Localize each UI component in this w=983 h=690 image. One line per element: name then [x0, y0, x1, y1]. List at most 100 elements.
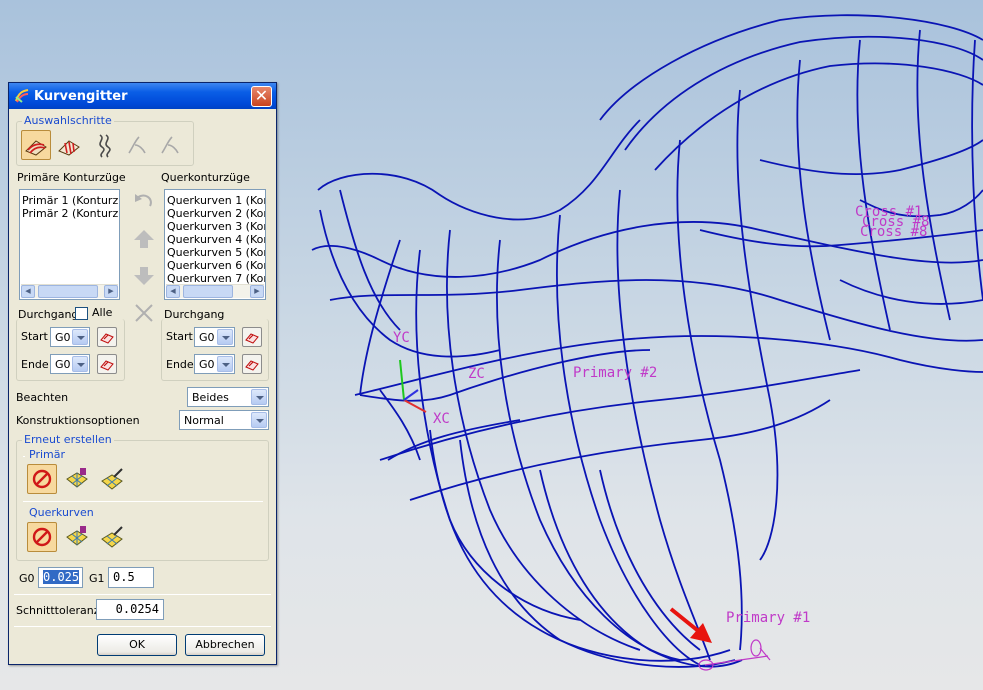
rebuild-quer-none-button[interactable] [27, 522, 57, 552]
axis-xc-label: XC [433, 411, 450, 427]
primaer-start-select[interactable]: G0 [50, 327, 90, 347]
list-item[interactable]: Primär 1 (Konturzug [22, 194, 119, 207]
g0-value: 0.025 [43, 570, 80, 584]
quer-start-select[interactable]: G0 [194, 327, 235, 347]
scroll-thumb[interactable] [38, 285, 98, 298]
constraint-icon [128, 136, 146, 154]
label-primary-2: Primary #2 [573, 365, 657, 381]
konstruktionsoptionen-value: Normal [184, 414, 224, 427]
tolerance-separator [14, 594, 271, 595]
dialog-titlebar[interactable]: Kurvengitter ✕ [9, 83, 276, 109]
axis-zc-label: ZC [468, 366, 485, 382]
primaer-start-value: G0 [55, 331, 71, 344]
g1-input[interactable]: 0.5 [108, 567, 154, 588]
list-item[interactable]: Primär 2 (Konturzug [22, 207, 119, 220]
cancel-button[interactable]: Abbrechen [185, 634, 265, 656]
g0-input[interactable]: 0.025 [38, 567, 83, 588]
quer-ende-select[interactable]: G0 [194, 354, 235, 374]
remove-button[interactable] [130, 299, 158, 327]
list-item[interactable]: Querkurven 3 (Kont [167, 220, 265, 233]
face-select-icon [100, 360, 114, 371]
erneut-primaer-label: Primär [27, 448, 67, 461]
cross-curves-icon [58, 140, 80, 156]
beachten-select[interactable]: Beides [187, 387, 269, 407]
step-constraint-alt-button[interactable] [155, 130, 185, 160]
rebuild-quer-degree-button[interactable] [62, 522, 92, 552]
schnitttoleranz-label: Schnitttoleranz [16, 604, 100, 617]
chevron-down-icon[interactable] [72, 356, 88, 372]
scroll-left-icon[interactable]: ◀ [166, 285, 180, 298]
chevron-down-icon[interactable] [251, 389, 267, 405]
schnitttoleranz-value: 0.0254 [115, 602, 159, 616]
quer-start-face-button[interactable] [242, 327, 262, 347]
grid-pen-icon [101, 468, 123, 490]
primary-curves-icon [25, 140, 47, 156]
quer-ende-face-button[interactable] [242, 354, 262, 374]
scroll-right-icon[interactable]: ▶ [104, 285, 118, 298]
g1-value: 0.5 [113, 570, 135, 584]
wireframe-mesh [311, 14, 983, 668]
primaer-ende-select[interactable]: G0 [50, 354, 90, 374]
remove-x-icon [135, 304, 153, 322]
scroll-left-icon[interactable]: ◀ [21, 285, 35, 298]
undo-arrow-icon [135, 194, 152, 207]
step-spine-button[interactable] [89, 130, 119, 160]
step-primary-curves-button[interactable] [21, 130, 51, 160]
quer-ende-label: Ende [166, 358, 194, 371]
list-item[interactable]: Querkurven 1 (Kont [167, 194, 265, 207]
primaer-start-label: Start [21, 330, 48, 343]
chevron-down-icon[interactable] [217, 329, 233, 345]
g0-label: G0 [19, 572, 35, 585]
ok-button[interactable]: OK [97, 634, 177, 656]
rebuild-quer-fit-button[interactable] [97, 522, 127, 552]
quer-list[interactable]: Querkurven 1 (Kont Querkurven 2 (Kont Qu… [164, 189, 266, 300]
spine-icon [99, 134, 111, 158]
scroll-thumb[interactable] [183, 285, 233, 298]
primaer-ende-label: Ende [21, 358, 49, 371]
chevron-down-icon[interactable] [217, 356, 233, 372]
close-button[interactable]: ✕ [251, 86, 272, 107]
axis-yc-label: YC [393, 330, 410, 346]
no-rebuild-icon [32, 527, 52, 547]
erneut-erstellen-label: Erneut erstellen [22, 433, 114, 446]
step-cross-curves-button[interactable] [54, 130, 84, 160]
grid-hand-icon [66, 526, 88, 546]
erneut-divider [23, 501, 263, 502]
beachten-label: Beachten [16, 391, 69, 404]
move-up-button[interactable] [130, 225, 158, 253]
list-item[interactable]: Querkurven 5 (Kont [167, 246, 265, 259]
rebuild-primaer-fit-button[interactable] [97, 464, 127, 494]
step-constraint-button[interactable] [122, 130, 152, 160]
curve-mesh-app-icon [15, 89, 29, 103]
rebuild-primaer-none-button[interactable] [27, 464, 57, 494]
arrow-down-icon [134, 267, 154, 285]
scroll-right-icon[interactable]: ▶ [250, 285, 264, 298]
list-item[interactable]: Querkurven 6 (Kont [167, 259, 265, 272]
erneut-querkurven-label: Querkurven [27, 506, 96, 519]
quer-start-value: G0 [199, 331, 215, 344]
no-rebuild-icon [32, 469, 52, 489]
list-item[interactable]: Querkurven 2 (Kont [167, 207, 265, 220]
face-select-icon [245, 333, 259, 344]
konstruktionsoptionen-select[interactable]: Normal [179, 410, 269, 430]
beachten-value: Beides [192, 391, 229, 404]
list-item[interactable]: Querkurven 4 (Kont [167, 233, 265, 246]
primaer-list[interactable]: Primär 1 (Konturzug Primär 2 (Konturzug … [19, 189, 120, 300]
alle-label: Alle [92, 306, 113, 319]
primaer-ende-face-button[interactable] [97, 354, 117, 374]
kurvengitter-dialog: Kurvengitter ✕ Auswahlschritte Primäre K… [8, 82, 277, 665]
chevron-down-icon[interactable] [72, 329, 88, 345]
move-down-button[interactable] [130, 262, 158, 290]
erneut-primaer-separator [23, 456, 25, 457]
schnitttoleranz-input[interactable]: 0.0254 [96, 599, 164, 620]
primaer-start-face-button[interactable] [97, 327, 117, 347]
undo-selection-button[interactable] [130, 188, 158, 216]
chevron-down-icon[interactable] [251, 412, 267, 428]
face-select-icon [245, 360, 259, 371]
primaer-list-scrollbar[interactable]: ◀ ▶ [21, 284, 118, 298]
arrow-up-icon [134, 230, 154, 248]
label-cross-c: Cross #8 [860, 224, 927, 240]
rebuild-primaer-degree-button[interactable] [62, 464, 92, 494]
quer-list-scrollbar[interactable]: ◀ ▶ [166, 284, 264, 298]
quer-start-label: Start [166, 330, 193, 343]
